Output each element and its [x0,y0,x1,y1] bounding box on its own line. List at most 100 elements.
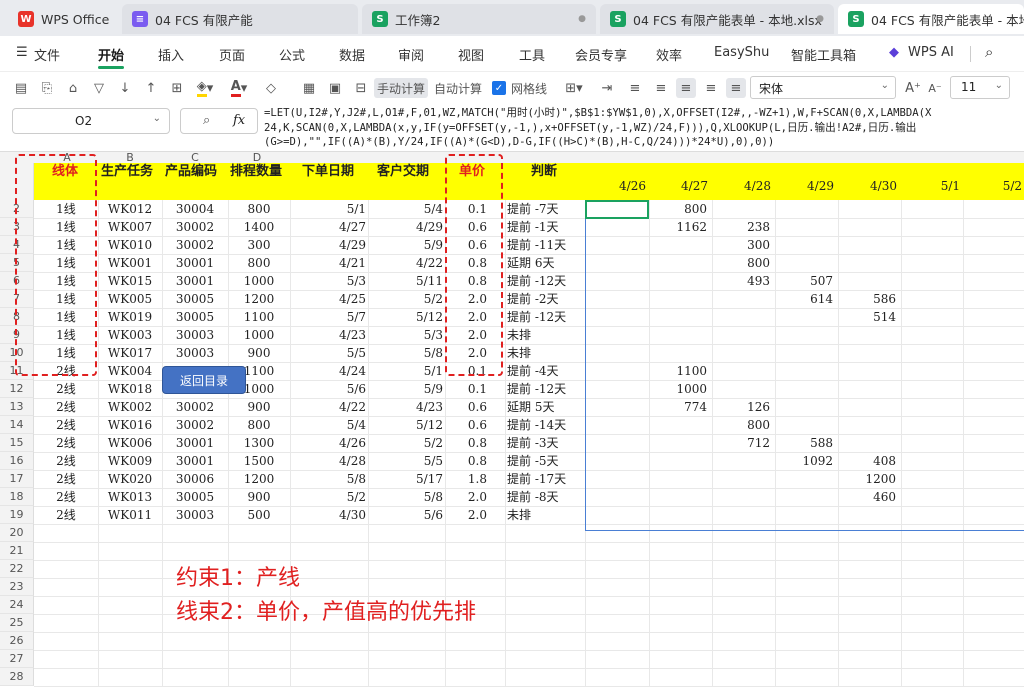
cell-code[interactable]: 30002 [162,236,228,254]
cell-line[interactable]: 2线 [36,506,96,524]
cell-qty[interactable]: 1000 [228,326,290,344]
cell-order-date[interactable]: 4/24 [290,362,366,380]
cell-judge[interactable]: 延期 6天 [507,254,585,272]
filter-icon[interactable]: ▽ [90,78,108,98]
cell-judge[interactable]: 提前 -3天 [507,434,585,452]
cell-qty[interactable]: 800 [228,416,290,434]
cell-code[interactable]: 30003 [162,344,228,362]
cell-due-date[interactable]: 4/23 [368,398,443,416]
cell-qty[interactable]: 1500 [228,452,290,470]
pivot-icon[interactable]: ▦ [300,78,318,98]
cell-code[interactable]: 30004 [162,200,228,218]
cell-order-date[interactable]: 5/8 [290,470,366,488]
menu-page[interactable]: 页面 [219,45,245,64]
cell-code[interactable]: 30003 [162,506,228,524]
tab-fcs[interactable]: ≡ 04 FCS 有限产能 [122,4,358,34]
back-to-index-button[interactable]: 返回目录 [162,366,246,394]
cell-due-date[interactable]: 5/5 [368,452,443,470]
border-icon[interactable]: ⊞ [168,78,186,98]
cell-line[interactable]: 2线 [36,398,96,416]
cell-qty[interactable]: 800 [228,200,290,218]
cell-order-date[interactable]: 4/21 [290,254,366,272]
cell-order-date[interactable]: 4/27 [290,218,366,236]
tab-fcs-active[interactable]: S 04 FCS 有限产能表单 - 本地1 [838,4,1024,34]
menu-formula[interactable]: 公式 [279,45,305,64]
cell-task[interactable]: WK010 [98,236,162,254]
cell-task[interactable]: WK002 [98,398,162,416]
row-header[interactable]: 28 [0,668,34,686]
cell-qty[interactable]: 900 [228,398,290,416]
font-decrease-icon[interactable]: A⁻ [926,78,944,98]
cell-due-date[interactable]: 5/8 [368,488,443,506]
cell-judge[interactable]: 提前 -2天 [507,290,585,308]
cell-task[interactable]: WK019 [98,308,162,326]
cell-due-date[interactable]: 5/1 [368,362,443,380]
menu-review[interactable]: 审阅 [398,45,424,64]
tab-fcs-xlsx[interactable]: S 04 FCS 有限产能表单 - 本地.xlsx ● [600,4,834,34]
selected-cell-o2[interactable] [585,200,649,219]
cell-judge[interactable]: 提前 -5天 [507,452,585,470]
gridlines-checkbox[interactable]: ✓ [492,81,506,95]
row-header[interactable]: 19 [0,506,34,524]
sort-asc-icon[interactable]: ↓ [116,78,134,98]
cell-order-date[interactable]: 5/2 [290,488,366,506]
cell-order-date[interactable]: 4/22 [290,398,366,416]
cell-qty[interactable]: 1000 [228,272,290,290]
row-header[interactable]: 13 [0,398,34,416]
cell-qty[interactable]: 900 [228,344,290,362]
cell-task[interactable]: WK003 [98,326,162,344]
cell-task[interactable]: WK013 [98,488,162,506]
manual-calc-button[interactable]: 手动计算 [374,78,428,98]
cell-code[interactable]: 30001 [162,254,228,272]
cell-due-date[interactable]: 5/6 [368,506,443,524]
search-icon[interactable]: ⌕ [985,43,993,61]
cell-order-date[interactable]: 5/1 [290,200,366,218]
cell-order-date[interactable]: 4/29 [290,236,366,254]
menu-member[interactable]: 会员专享 [575,45,627,64]
cell-code[interactable]: 30005 [162,488,228,506]
cell-judge[interactable]: 提前 -4天 [507,362,585,380]
cell-code[interactable]: 30005 [162,290,228,308]
font-select[interactable]: 宋体 ⌄ [750,76,896,99]
row-header[interactable]: 18 [0,488,34,506]
cell-judge[interactable]: 提前 -14天 [507,416,585,434]
cell-judge[interactable]: 提前 -12天 [507,272,585,290]
font-size-select[interactable]: 11 ⌄ [950,76,1010,99]
cell-task[interactable]: WK009 [98,452,162,470]
cell-code[interactable]: 30001 [162,452,228,470]
clear-icon[interactable]: ◇ [262,78,280,98]
cell-task[interactable]: WK007 [98,218,162,236]
cell-judge[interactable]: 提前 -8天 [507,488,585,506]
cell-code[interactable]: 30001 [162,272,228,290]
font-increase-icon[interactable]: A⁺ [902,78,924,98]
row-header[interactable]: 24 [0,596,34,614]
cell-line[interactable]: 2线 [36,380,96,398]
cell-judge[interactable]: 未排 [507,326,585,344]
cell-price[interactable]: 0.8 [445,452,487,470]
menu-data[interactable]: 数据 [339,45,365,64]
cell-due-date[interactable]: 5/17 [368,470,443,488]
fill-color-icon[interactable]: ◈ ▾ [192,78,218,98]
cell-due-date[interactable]: 5/9 [368,236,443,254]
auto-calc-button[interactable]: 自动计算 [432,78,484,98]
cell-judge[interactable]: 未排 [507,344,585,362]
cell-task[interactable]: WK012 [98,200,162,218]
row-header[interactable]: 16 [0,452,34,470]
cell-due-date[interactable]: 4/22 [368,254,443,272]
menu-smart-toolbox[interactable]: 智能工具箱 [791,45,856,64]
cell-judge[interactable]: 未排 [507,506,585,524]
cell-task[interactable]: WK020 [98,470,162,488]
cell-qty[interactable]: 1100 [228,308,290,326]
cell-qty[interactable]: 1200 [228,470,290,488]
cell-judge[interactable]: 提前 -17天 [507,470,585,488]
align-right-icon[interactable]: ≡ [702,78,720,98]
cell-line[interactable]: 2线 [36,470,96,488]
cell-line[interactable]: 2线 [36,434,96,452]
row-header[interactable]: 25 [0,614,34,632]
cell-qty[interactable]: 900 [228,488,290,506]
zoom-icon[interactable]: ⌕ [203,113,210,128]
cell-price[interactable]: 0.6 [445,416,487,434]
cell-qty[interactable]: 500 [228,506,290,524]
menu-home[interactable]: 开始 [98,45,124,64]
cell-order-date[interactable]: 5/5 [290,344,366,362]
